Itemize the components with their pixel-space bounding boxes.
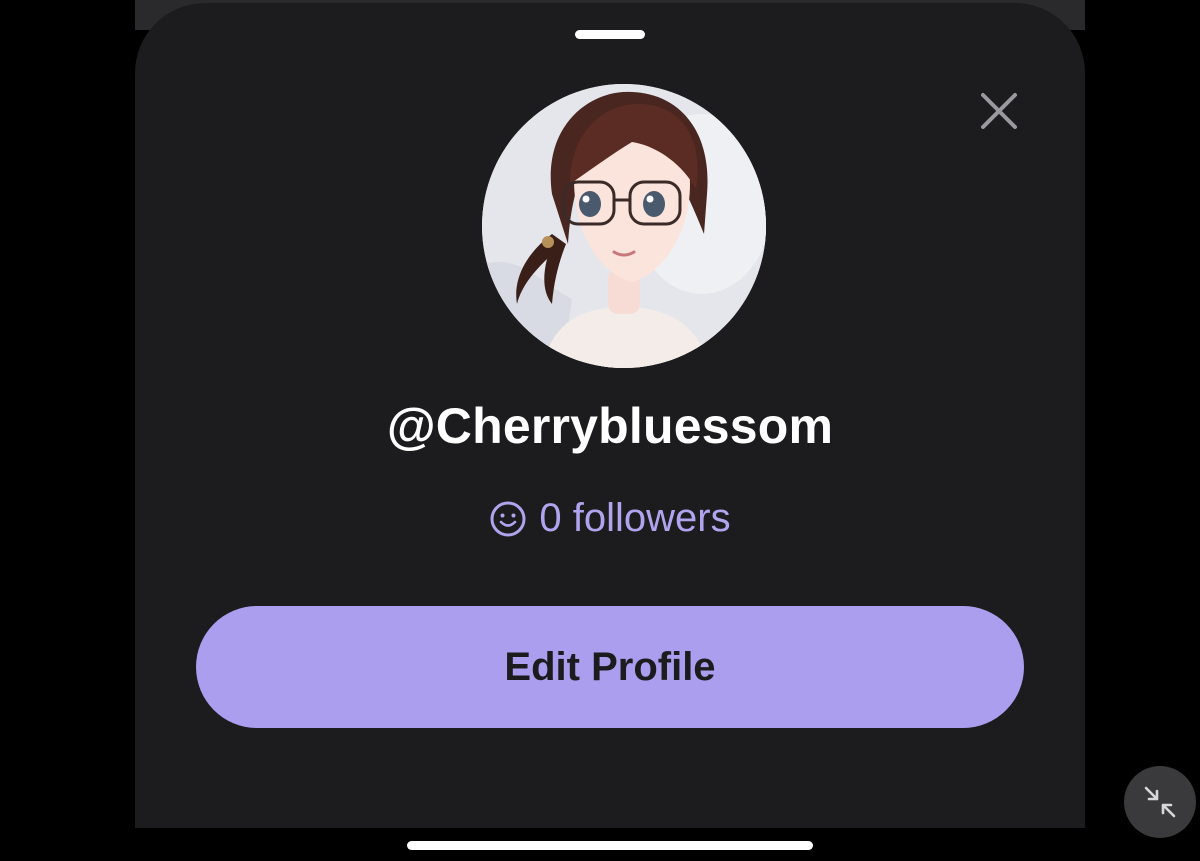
minimize-button[interactable]	[1124, 766, 1196, 838]
close-button[interactable]	[975, 87, 1023, 135]
avatar-illustration	[482, 84, 766, 368]
avatar[interactable]	[482, 84, 766, 368]
profile-sheet: @Cherrybluessom 0 followers Edit Profile	[135, 3, 1085, 828]
home-indicator[interactable]	[407, 841, 813, 850]
username: @Cherrybluessom	[386, 398, 834, 454]
followers-label: 0 followers	[539, 496, 731, 540]
smiley-icon	[490, 501, 526, 536]
sheet-grabber[interactable]	[575, 30, 645, 39]
close-icon	[981, 93, 1017, 129]
minimize-arrows-icon	[1144, 786, 1176, 818]
edit-profile-button[interactable]: Edit Profile	[196, 606, 1024, 728]
followers-count[interactable]: 0 followers	[135, 496, 1085, 541]
edit-profile-label: Edit Profile	[504, 644, 716, 689]
